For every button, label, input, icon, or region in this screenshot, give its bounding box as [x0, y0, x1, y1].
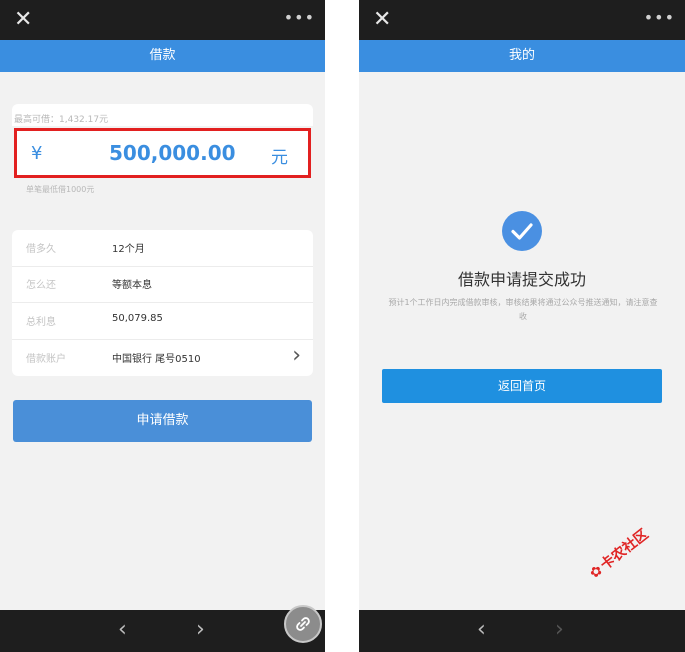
- page-title: 借款: [0, 40, 325, 72]
- more-icon[interactable]: •••: [644, 8, 675, 28]
- bottom-nav-bar: ‹ ›: [359, 610, 685, 652]
- detail-value: 中国银行 尾号0510: [112, 354, 201, 365]
- detail-row-term[interactable]: 借多久 12个月: [12, 230, 313, 267]
- detail-value: 等额本息: [112, 280, 152, 291]
- currency-symbol: ¥: [31, 143, 43, 164]
- detail-label: 怎么还: [26, 280, 56, 291]
- success-title: 借款申请提交成功: [457, 270, 586, 289]
- forward-arrow-icon[interactable]: ›: [555, 618, 564, 642]
- detail-row-interest: 总利息 50,079.85: [12, 303, 313, 340]
- bottom-nav-bar: ‹ ›: [0, 610, 325, 652]
- detail-value: 12个月: [112, 244, 145, 255]
- max-amount-label: 最高可借：1,432.17元: [14, 115, 109, 125]
- chevron-right-icon: ›: [292, 343, 301, 368]
- amount-input[interactable]: ¥ 500,000.00 元: [14, 128, 311, 178]
- link-icon[interactable]: [284, 605, 322, 643]
- top-bar: ✕ •••: [359, 0, 685, 40]
- success-description: 预计1个工作日内完成借款审核，审核结果将通过公众号推送通知，请注意查收: [388, 298, 658, 321]
- detail-row-account[interactable]: 借款账户 中国银行 尾号0510 ›: [12, 340, 313, 376]
- page-title: 我的: [359, 40, 685, 72]
- detail-label: 借款账户: [26, 354, 66, 365]
- top-bar: ✕ •••: [0, 0, 325, 40]
- detail-label: 借多久: [26, 244, 56, 255]
- more-icon[interactable]: •••: [284, 8, 315, 28]
- loan-details-card: 借多久 12个月 怎么还 等额本息 总利息 50,079.85 借款账户 中国银…: [12, 230, 313, 376]
- success-check-icon: [502, 211, 542, 251]
- close-icon[interactable]: ✕: [14, 8, 32, 32]
- detail-value: 50,079.85: [112, 313, 163, 324]
- detail-row-repayment[interactable]: 怎么还 等额本息: [12, 266, 313, 303]
- return-home-button[interactable]: 返回首页: [382, 369, 662, 403]
- forward-arrow-icon[interactable]: ›: [196, 618, 205, 642]
- close-icon[interactable]: ✕: [373, 8, 391, 32]
- left-phone-screen: ✕ ••• 借款 最高可借：1,432.17元 ¥ 500,000.00 元 单…: [0, 0, 325, 652]
- back-arrow-icon[interactable]: ‹: [477, 618, 486, 642]
- amount-value: 500,000.00: [109, 141, 236, 165]
- apply-loan-button[interactable]: 申请借款: [13, 400, 312, 442]
- detail-label: 总利息: [26, 317, 56, 328]
- amount-unit: 元: [271, 148, 288, 168]
- min-amount-note: 单笔最低借1000元: [26, 185, 95, 194]
- right-phone-screen: ✕ ••• 我的 借款申请提交成功 预计1个工作日内完成借款审核，审核结果将通过…: [359, 0, 685, 652]
- back-arrow-icon[interactable]: ‹: [118, 618, 127, 642]
